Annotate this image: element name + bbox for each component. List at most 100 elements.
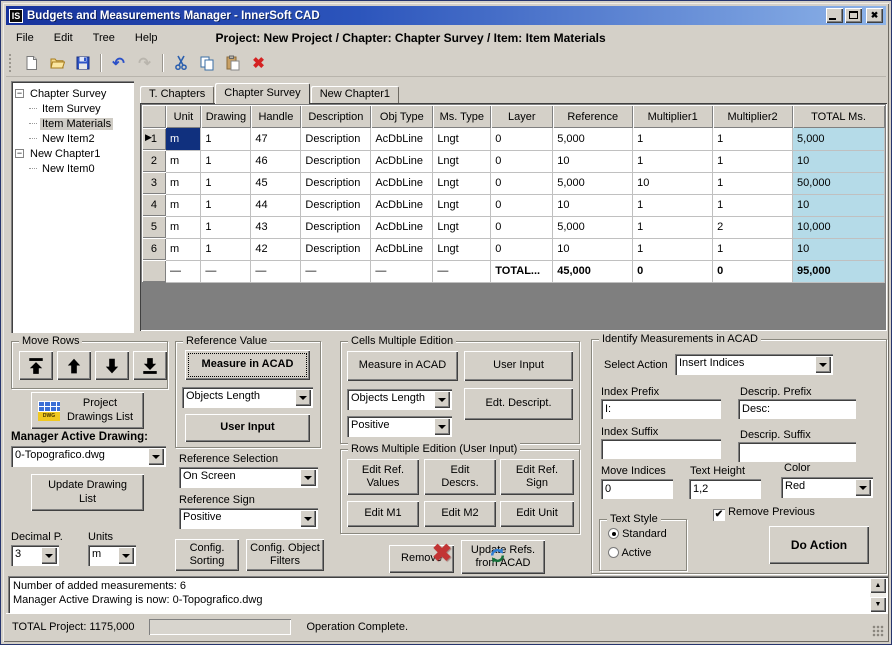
row-header[interactable] xyxy=(142,260,166,282)
column-header[interactable]: Description xyxy=(301,105,371,128)
tree-item[interactable]: −Chapter Survey xyxy=(15,86,132,101)
descrip-prefix-input[interactable] xyxy=(738,399,856,419)
edit-m1-button[interactable]: Edit M1 xyxy=(347,501,419,527)
tree-item-label[interactable]: Chapter Survey xyxy=(28,88,108,100)
reference-sign-combo[interactable]: Positive xyxy=(179,508,318,529)
grid-cell[interactable]: Lngt xyxy=(433,172,491,194)
cut-button[interactable] xyxy=(169,52,192,75)
decimal-p-combo[interactable]: 3 xyxy=(11,545,59,566)
row-header[interactable]: 1▶ xyxy=(142,128,166,150)
grid-cell[interactable]: 10 xyxy=(793,238,885,260)
grid-cell[interactable]: 1 xyxy=(201,150,251,172)
tab-new-chapter1[interactable]: New Chapter1 xyxy=(311,86,399,104)
grid-cell[interactable]: 0 xyxy=(713,260,793,282)
grid-cell[interactable]: AcDbLine xyxy=(371,194,433,216)
grid-cell[interactable]: 47 xyxy=(251,128,301,150)
grid-cell[interactable]: 0 xyxy=(491,150,553,172)
grid-cell[interactable]: 1 xyxy=(633,150,713,172)
grid-cell[interactable]: 10 xyxy=(793,150,885,172)
edit-ref-sign-button[interactable]: Edit Ref. Sign xyxy=(500,459,574,495)
grid-cell[interactable]: 1 xyxy=(713,150,793,172)
remove-previous-checkbox[interactable]: ✔ Remove Previous xyxy=(713,506,815,521)
grid-cell[interactable]: — xyxy=(251,260,301,282)
grid-cell[interactable]: 5,000 xyxy=(553,128,633,150)
grid-cell[interactable]: AcDbLine xyxy=(371,128,433,150)
chevron-down-icon[interactable] xyxy=(300,510,316,527)
edit-ref-values-button[interactable]: Edit Ref. Values xyxy=(347,459,419,495)
column-header[interactable]: Multiplier2 xyxy=(713,105,793,128)
measurements-grid[interactable]: Unit Drawing Handle Description Obj Type… xyxy=(140,103,887,331)
grid-cell[interactable]: Description xyxy=(301,216,371,238)
edit-descript-button[interactable]: Edt. Descript. xyxy=(464,388,573,420)
grid-cell[interactable]: m xyxy=(166,150,201,172)
column-header[interactable]: Obj Type xyxy=(371,105,433,128)
grid-cell[interactable]: 1 xyxy=(633,194,713,216)
grid-cell[interactable]: 0 xyxy=(491,216,553,238)
grid-cell[interactable]: m xyxy=(166,238,201,260)
edit-unit-button[interactable]: Edit Unit xyxy=(500,501,574,527)
grid-cell[interactable]: m xyxy=(166,216,201,238)
grid-cell[interactable]: Lngt xyxy=(433,194,491,216)
toolbar-grip[interactable] xyxy=(9,54,13,72)
paste-button[interactable] xyxy=(221,52,244,75)
grid-cell[interactable]: m xyxy=(166,128,201,150)
do-action-button[interactable]: Do Action xyxy=(769,526,869,564)
move-row-up-button[interactable] xyxy=(57,351,91,380)
row-header[interactable]: 6 xyxy=(142,238,166,260)
tab-chapter-survey[interactable]: Chapter Survey xyxy=(215,83,309,104)
column-header[interactable]: Multiplier1 xyxy=(633,105,713,128)
tree-item-label[interactable]: Item Survey xyxy=(40,103,103,115)
color-combo[interactable]: Red xyxy=(781,477,873,498)
grid-cell[interactable]: 45 xyxy=(251,172,301,194)
tab-t-chapters[interactable]: T. Chapters xyxy=(140,86,214,104)
grid-cell[interactable]: Lngt xyxy=(433,238,491,260)
update-drawing-list-button[interactable]: Update Drawing List xyxy=(31,474,144,511)
row-header[interactable]: 3 xyxy=(142,172,166,194)
menu-help[interactable]: Help xyxy=(125,30,168,46)
config-object-filters-button[interactable]: Config. Object Filters xyxy=(246,539,324,571)
tree-collapse-icon[interactable]: − xyxy=(15,149,24,158)
cells-mode-combo[interactable]: Objects Length xyxy=(347,389,452,410)
save-button[interactable] xyxy=(71,52,94,75)
tree-item-label[interactable]: New Item0 xyxy=(40,163,97,175)
grid-cell[interactable]: 44 xyxy=(251,194,301,216)
text-style-active-radio[interactable]: Active xyxy=(608,547,651,559)
descrip-suffix-input[interactable] xyxy=(738,442,856,462)
title-bar[interactable]: IS Budgets and Measurements Manager - In… xyxy=(6,6,886,25)
grid-cell[interactable]: 10,000 xyxy=(793,216,885,238)
column-header[interactable]: Layer xyxy=(491,105,553,128)
grid-cell[interactable]: AcDbLine xyxy=(371,216,433,238)
grid-cell[interactable]: 45,000 xyxy=(553,260,633,282)
grid-cell[interactable]: 1 xyxy=(633,238,713,260)
column-header[interactable]: Handle xyxy=(251,105,301,128)
move-row-to-top-button[interactable] xyxy=(19,351,53,380)
tree-item-label[interactable]: New Chapter1 xyxy=(28,148,102,160)
menu-file[interactable]: File xyxy=(6,30,44,46)
grid-cell[interactable]: 1 xyxy=(713,194,793,216)
cells-user-input-button[interactable]: User Input xyxy=(464,351,573,381)
tree-item-label[interactable]: New Item2 xyxy=(40,133,97,145)
reference-mode-combo[interactable]: Objects Length xyxy=(182,387,313,408)
tree-view[interactable]: −Chapter SurveyItem SurveyItem Materials… xyxy=(11,81,134,333)
minimize-button[interactable] xyxy=(826,8,843,23)
grid-cell[interactable]: 42 xyxy=(251,238,301,260)
menu-edit[interactable]: Edit xyxy=(44,30,83,46)
column-header[interactable]: TOTAL Ms. xyxy=(793,105,885,128)
grid-cell[interactable]: 43 xyxy=(251,216,301,238)
grid-cell[interactable]: Description xyxy=(301,238,371,260)
undo-button[interactable]: ↶ xyxy=(107,52,130,75)
column-header[interactable]: Reference xyxy=(553,105,633,128)
grid-cell[interactable]: Description xyxy=(301,172,371,194)
grid-cell[interactable]: 46 xyxy=(251,150,301,172)
tree-item[interactable]: Item Materials xyxy=(15,116,132,131)
update-refs-button[interactable]: Update Refs. from ACAD xyxy=(461,540,545,574)
grid-cell[interactable]: 1 xyxy=(201,172,251,194)
grid-cell[interactable]: 5,000 xyxy=(553,216,633,238)
chevron-down-icon[interactable] xyxy=(434,418,450,435)
move-indices-input[interactable] xyxy=(601,479,673,499)
grid-cell[interactable]: 1 xyxy=(713,172,793,194)
resize-grip[interactable] xyxy=(872,625,884,637)
tree-item[interactable]: −New Chapter1 xyxy=(15,146,132,161)
row-header[interactable]: 2 xyxy=(142,150,166,172)
grid-cell[interactable]: AcDbLine xyxy=(371,238,433,260)
